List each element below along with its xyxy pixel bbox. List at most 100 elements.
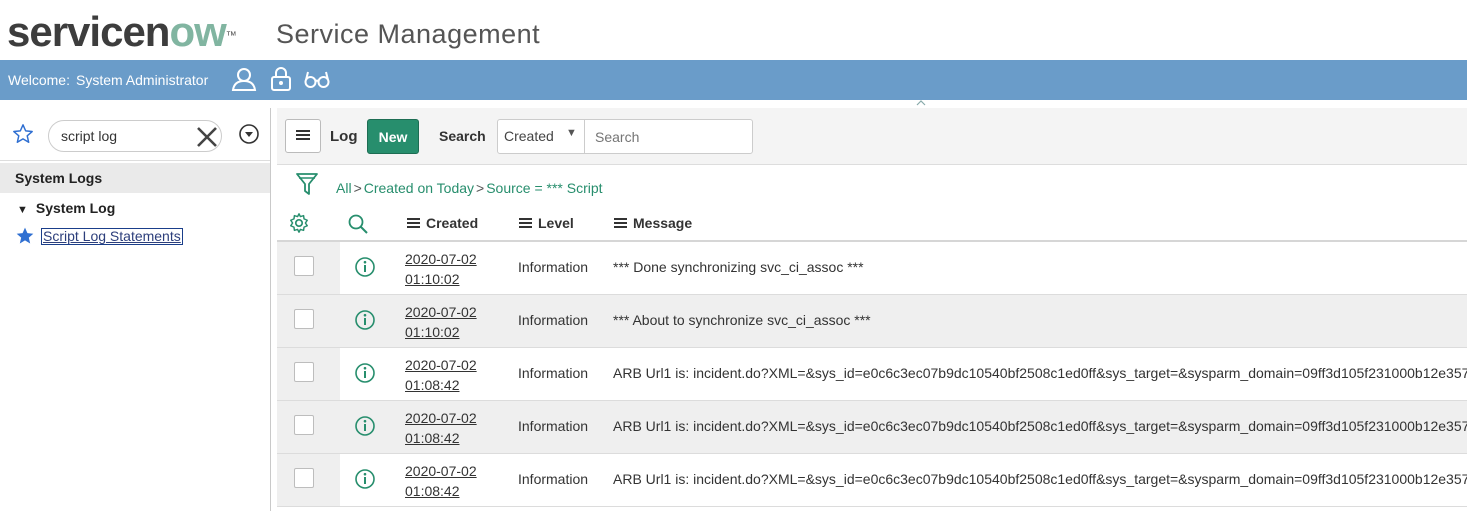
user-banner: Welcome: System Administrator (0, 60, 1467, 100)
table-row[interactable]: 2020-07-02 01:08:42 Information ARB Url1 … (277, 401, 1467, 454)
column-menu-icon[interactable] (614, 218, 627, 229)
row-checkbox[interactable] (294, 468, 314, 488)
filter-breadcrumb-row: All > Created on Today > Source = *** Script (277, 166, 1467, 206)
logo-trademark: ™ (225, 30, 237, 42)
breadcrumb: All > Created on Today > Source = *** Script (336, 180, 603, 196)
info-icon[interactable] (354, 415, 376, 442)
column-header-level[interactable]: Level (519, 215, 574, 231)
column-header-label: Level (538, 215, 574, 231)
welcome-text: Welcome: System Administrator (8, 72, 208, 88)
row-created-link[interactable]: 2020-07-02 01:10:02 (405, 302, 477, 342)
breadcrumb-all[interactable]: All (336, 180, 352, 196)
table-row[interactable]: 2020-07-02 01:10:02 Information *** Done … (277, 242, 1467, 295)
user-icon[interactable] (231, 66, 257, 92)
row-created-date: 2020-07-02 (405, 463, 477, 479)
nav-group-system-log[interactable]: ▼ System Log (17, 200, 115, 216)
row-checkbox[interactable] (294, 415, 314, 435)
navigator-filter-input[interactable] (59, 127, 193, 145)
row-created-link[interactable]: 2020-07-02 01:08:42 (405, 408, 477, 448)
list-context-menu-button[interactable] (285, 119, 321, 153)
info-icon[interactable] (354, 309, 376, 336)
clear-filter-icon[interactable] (195, 125, 219, 154)
user-name-link[interactable]: System Administrator (76, 72, 208, 88)
column-header-message[interactable]: Message (614, 215, 692, 231)
table-body: 2020-07-02 01:10:02 Information *** Done … (277, 242, 1467, 507)
info-icon[interactable] (354, 468, 376, 495)
row-created-link[interactable]: 2020-07-02 01:10:02 (405, 249, 477, 289)
dropdown-caret-icon: ▼ (566, 127, 577, 139)
table-row[interactable]: 2020-07-02 01:08:42 Information ARB Url1 … (277, 454, 1467, 507)
row-select-cell (277, 454, 340, 506)
nav-item-label[interactable]: Script Log Statements (41, 228, 183, 245)
row-select-cell (277, 348, 340, 400)
nav-item-script-log-statements[interactable]: Script Log Statements (15, 226, 183, 249)
breadcrumb-separator: > (476, 180, 485, 196)
table-row[interactable]: 2020-07-02 01:10:02 Information *** About… (277, 295, 1467, 348)
nav-section-label: System Logs (15, 170, 103, 186)
favorite-star-filled-icon[interactable] (15, 227, 35, 249)
filter-funnel-icon[interactable] (295, 171, 319, 202)
row-level: Information (518, 312, 589, 328)
row-level: Information (518, 259, 589, 275)
search-label: Search (439, 128, 486, 144)
favorites-star-icon[interactable] (12, 123, 34, 150)
row-created-link[interactable]: 2020-07-02 01:08:42 (405, 355, 477, 395)
logo-text-ow: ow (169, 8, 226, 55)
row-created-date: 2020-07-02 (405, 357, 477, 373)
banner-collapse-caret-icon[interactable] (916, 100, 926, 106)
breadcrumb-separator: > (353, 180, 362, 196)
row-checkbox[interactable] (294, 362, 314, 382)
column-header-label: Created (426, 215, 479, 231)
column-header-label: Message (633, 215, 693, 231)
info-icon[interactable] (354, 256, 376, 283)
personalize-list-gear-icon[interactable] (288, 212, 310, 239)
logo-text-service: servicen (7, 8, 170, 55)
row-created-time: 01:08:42 (405, 483, 460, 499)
breadcrumb-source-script[interactable]: Source = *** Script (486, 180, 602, 196)
row-created-date: 2020-07-02 (405, 304, 477, 320)
row-level: Information (518, 365, 589, 381)
column-search-icon[interactable] (347, 213, 369, 240)
welcome-label: Welcome: (8, 72, 70, 88)
row-message: *** Done synchronizing svc_ci_assoc *** (613, 259, 864, 275)
row-select-cell (277, 401, 340, 453)
application-navigator: System Logs ▼ System Log Script Log State… (0, 108, 271, 511)
new-button[interactable]: New (367, 119, 419, 154)
row-created-time: 01:10:02 (405, 271, 460, 287)
servicenow-logo[interactable]: servicenow™ (7, 11, 237, 53)
collapse-all-icon[interactable] (238, 123, 260, 150)
lock-icon[interactable] (268, 66, 294, 92)
breadcrumb-created-today[interactable]: Created on Today (364, 180, 474, 196)
table-header: Created Level Message (277, 206, 1467, 242)
row-created-time: 01:08:42 (405, 430, 460, 446)
column-menu-icon[interactable] (519, 218, 532, 229)
row-select-cell (277, 242, 340, 294)
row-created-time: 01:08:42 (405, 377, 460, 393)
row-checkbox[interactable] (294, 256, 314, 276)
row-message: ARB Url1 is: incident.do?XML=&sys_id=e0c… (613, 365, 1467, 381)
column-menu-icon[interactable] (407, 218, 420, 229)
app-header: servicenow™ Service Management (0, 0, 1467, 60)
search-input[interactable] (584, 119, 753, 154)
search-field-value: Created (504, 128, 554, 144)
row-message: ARB Url1 is: incident.do?XML=&sys_id=e0c… (613, 471, 1467, 487)
navigator-filter-field[interactable] (48, 120, 222, 152)
row-created-link[interactable]: 2020-07-02 01:08:42 (405, 461, 477, 501)
info-icon[interactable] (354, 362, 376, 389)
row-created-time: 01:10:02 (405, 324, 460, 340)
expanded-triangle-icon: ▼ (17, 204, 28, 216)
hamburger-icon (296, 129, 310, 140)
row-level: Information (518, 471, 589, 487)
glasses-icon[interactable] (304, 66, 330, 92)
row-message: ARB Url1 is: incident.do?XML=&sys_id=e0c… (613, 418, 1467, 434)
table-row[interactable]: 2020-07-02 01:08:42 Information ARB Url1 … (277, 348, 1467, 401)
search-field-select[interactable]: Created ▼ (497, 119, 585, 154)
row-checkbox[interactable] (294, 309, 314, 329)
navigator-filter-bar (0, 108, 270, 161)
row-created-date: 2020-07-02 (405, 251, 477, 267)
nav-group-label: System Log (35, 200, 116, 216)
row-level: Information (518, 418, 589, 434)
nav-section-system-logs[interactable]: System Logs (0, 163, 270, 193)
column-header-created[interactable]: Created (407, 215, 478, 231)
list-view: Log New Search Created ▼ All>Created on … (277, 108, 1467, 511)
